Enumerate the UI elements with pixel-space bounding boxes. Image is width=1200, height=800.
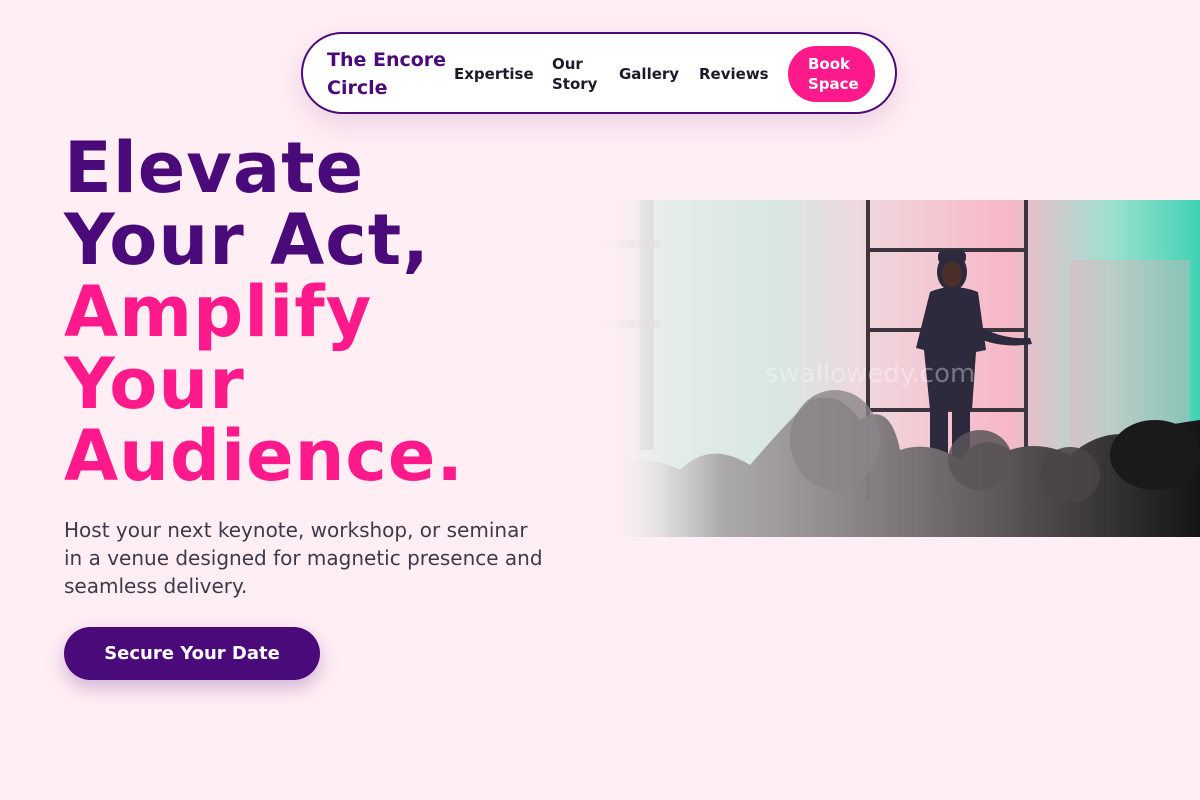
headline-line-3: Amplify [64, 271, 373, 353]
brand-logo[interactable]: The Encore Circle [327, 46, 447, 102]
hero-headline: Elevate Your Act, Amplify Your Audience. [64, 132, 464, 492]
nav-link-reviews[interactable]: Reviews [699, 64, 769, 84]
headline-line-1: Elevate [64, 127, 365, 209]
nav-link-expertise[interactable]: Expertise [454, 64, 534, 84]
headline-line-5: Audience. [64, 415, 464, 497]
headline-line-2: Your Act, [64, 199, 430, 281]
secure-your-date-button[interactable]: Secure Your Date [64, 627, 320, 680]
hero-subtext: Host your next keynote, workshop, or sem… [64, 518, 543, 598]
headline-line-4: Your [64, 343, 245, 425]
nav-link-our-story[interactable]: Our Story [552, 54, 602, 94]
hero-speaker-photo: swallowedy.com [600, 200, 1200, 537]
photo-watermark: swallowedy.com [765, 359, 975, 389]
top-navigation: The Encore Circle Expertise Our Story Ga… [301, 32, 897, 114]
nav-link-gallery[interactable]: Gallery [619, 64, 679, 84]
landing-page: The Encore Circle Expertise Our Story Ga… [0, 0, 1200, 800]
book-space-button[interactable]: Book Space [788, 46, 875, 102]
